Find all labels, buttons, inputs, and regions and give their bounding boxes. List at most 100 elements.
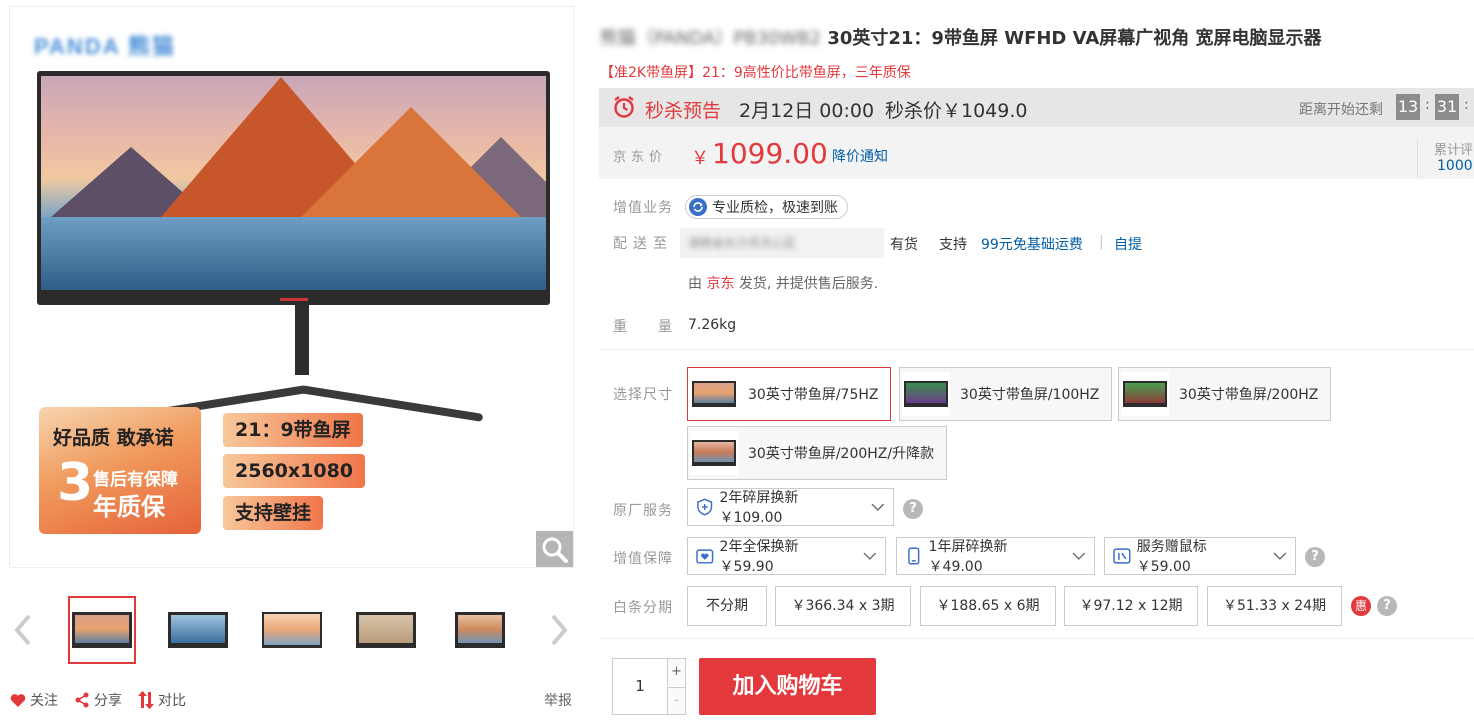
compare-label: 对比 <box>158 693 186 709</box>
compare-button[interactable]: 对比 <box>138 690 186 710</box>
magnifier-icon <box>542 537 568 563</box>
installment-help-icon[interactable]: ? <box>1377 596 1397 616</box>
countdown-minutes: 31 <box>1435 94 1459 120</box>
support-label: 支持 <box>939 237 967 253</box>
seller-prefix: 由 <box>688 276 702 292</box>
refresh-icon <box>689 198 707 216</box>
thumb-prev-button[interactable] <box>8 608 38 652</box>
variant-thumb <box>902 372 950 416</box>
monitor-illustration <box>37 71 550 305</box>
quantity-minus-button[interactable]: - <box>667 687 685 714</box>
size-option-100hz[interactable]: 30英寸带鱼屏/100HZ <box>899 367 1113 421</box>
installment-6[interactable]: ￥188.65 x 6期 <box>920 586 1056 626</box>
discount-badge[interactable]: 惠 <box>1351 596 1371 616</box>
thumb-next-button[interactable] <box>544 608 574 652</box>
size-option-label: 30英寸带鱼屏/200HZ/升降款 <box>748 446 935 462</box>
share-button[interactable]: 分享 <box>74 690 122 710</box>
factory-service-label: 原厂服务 <box>613 503 673 519</box>
feature-tag-ratio: 21：9带鱼屏 <box>223 413 363 447</box>
protection-screen-value: 1年屏碎换新 ￥49.00 <box>928 539 1008 575</box>
protection-label: 增值保障 <box>613 551 673 567</box>
seller-info: 由 京东 发货, 并提供售后服务. <box>688 273 878 293</box>
installment-24[interactable]: ￥51.33 x 24期 <box>1207 586 1342 626</box>
protection-full-value: 2年全保换新 ￥59.90 <box>719 539 799 575</box>
protection-mouse-value: 服务赠鼠标 ￥59.00 <box>1136 539 1207 575</box>
thumbnail-4[interactable] <box>352 596 420 664</box>
protection-help-icon[interactable]: ? <box>1305 547 1325 567</box>
quantity-input[interactable]: 1 <box>613 659 667 714</box>
pickup-link[interactable]: 自提 <box>1114 234 1142 254</box>
price-notify-link[interactable]: 降价通知 <box>832 146 888 166</box>
price-value: 1099.00 <box>712 137 828 170</box>
countdown-hours: 13 <box>1396 94 1420 120</box>
feature-tag-wall-mount: 支持壁挂 <box>223 496 324 530</box>
variant-thumb <box>690 431 738 475</box>
protection-dropdown-full[interactable]: 2年全保换新 ￥59.90 <box>687 537 886 575</box>
countdown-label: 距离开始还剩 <box>1299 102 1383 118</box>
size-option-75hz[interactable]: 30英寸带鱼屏/75HZ <box>687 367 892 421</box>
size-label: 选择尺寸 <box>613 387 673 403</box>
address-selector[interactable]: 湖南省长沙市天心区 <box>680 228 884 258</box>
installment-3[interactable]: ￥366.34 x 3期 <box>775 586 911 626</box>
product-title: 熊猫（PANDA）PB30WB2 30英寸21：9带鱼屏 WFHD VA屏幕广视… <box>600 24 1322 50</box>
promo-warranty: 年质保 <box>93 493 165 521</box>
vas-option[interactable]: 专业质检，极速到账 <box>685 195 848 219</box>
factory-service-dropdown[interactable]: 2年碎屏换新 ￥109.00 <box>687 488 894 526</box>
gift-tag-icon <box>1113 548 1131 564</box>
price-area: 京东价 ￥ 1099.00 降价通知 累计评 1000 <box>599 127 1474 179</box>
product-subtitle: 【准2K带鱼屏】21：9高性价比带鱼屏，三年质保 <box>600 65 911 81</box>
price-label: 京东价 <box>613 150 668 165</box>
seckill-label: 秒杀预告 <box>645 100 722 122</box>
shipping-link[interactable]: 99元免基础运费 <box>981 234 1083 254</box>
installment-12[interactable]: ￥97.12 x 12期 <box>1064 586 1198 626</box>
product-title-text: 30英寸21：9带鱼屏 WFHD VA屏幕广视角 宽屏电脑显示器 <box>827 28 1322 49</box>
review-count[interactable]: 1000 <box>1437 158 1473 174</box>
share-label: 分享 <box>94 693 122 709</box>
chevron-down-icon <box>1072 552 1086 560</box>
chevron-left-icon <box>14 614 31 646</box>
factory-service-value: 2年碎屏换新 ￥109.00 <box>719 490 799 526</box>
installment-label: 白条分期 <box>613 600 673 616</box>
seckill-banner: 秒杀预告 2月12日 00:00 秒杀价￥1049.0 距离开始还剩 13 : … <box>599 88 1474 127</box>
installment-none[interactable]: 不分期 <box>687 586 767 626</box>
share-icon <box>75 692 89 708</box>
zoom-button[interactable] <box>536 531 573 567</box>
vas-label: 增值业务 <box>613 200 673 216</box>
seller-link[interactable]: 京东 <box>706 276 734 292</box>
stock-status: 有货 <box>890 237 918 253</box>
thumbnail-1[interactable] <box>68 596 136 664</box>
monitor-screen <box>41 76 546 290</box>
weight-value: 7.26kg <box>688 317 737 333</box>
promo-big-number: 3 <box>57 453 94 513</box>
monitor-stand <box>295 305 309 375</box>
alarm-clock-icon <box>614 96 634 118</box>
heart-icon <box>10 693 26 707</box>
promo-quality: 好品质 敢承诺 <box>53 427 174 449</box>
review-label: 累计评 <box>1434 143 1474 158</box>
thumbnail-2[interactable] <box>164 596 232 664</box>
thumbnail-5[interactable] <box>446 596 514 664</box>
size-option-200hz-lift[interactable]: 30英寸带鱼屏/200HZ/升降款 <box>687 426 948 480</box>
protection-dropdown-screen[interactable]: 1年屏碎换新 ￥49.00 <box>896 537 1095 575</box>
follow-label: 关注 <box>30 693 58 709</box>
seckill-time: 2月12日 00:00 <box>739 100 875 122</box>
compare-icon <box>138 691 154 709</box>
quantity-stepper[interactable]: 1 + - <box>612 658 686 715</box>
protection-dropdown-mouse[interactable]: 服务赠鼠标 ￥59.00 <box>1104 537 1296 575</box>
main-product-image[interactable]: PANDA 熊猫 好品质 敢承诺 3 售后有保障 年质保 21：9带鱼屏 256… <box>9 6 574 568</box>
vas-option-label: 专业质检，极速到账 <box>712 200 838 216</box>
separator: | <box>1099 234 1104 250</box>
size-option-200hz[interactable]: 30英寸带鱼屏/200HZ <box>1118 367 1332 421</box>
follow-button[interactable]: 关注 <box>10 690 58 710</box>
factory-service-help-icon[interactable]: ? <box>903 499 923 519</box>
product-title-brand: 熊猫（PANDA）PB30WB2 <box>600 28 822 49</box>
delivery-label: 配送至 <box>613 236 673 252</box>
report-link[interactable]: 举报 <box>544 690 572 710</box>
thumbnail-3[interactable] <box>258 596 326 664</box>
feature-tag-resolution: 2560x1080 <box>223 454 366 488</box>
phone-icon <box>908 547 920 565</box>
quantity-plus-button[interactable]: + <box>667 659 685 686</box>
add-to-cart-button[interactable]: 加入购物车 <box>699 658 876 715</box>
chevron-right-icon <box>551 614 568 646</box>
chevron-down-icon <box>871 503 885 511</box>
